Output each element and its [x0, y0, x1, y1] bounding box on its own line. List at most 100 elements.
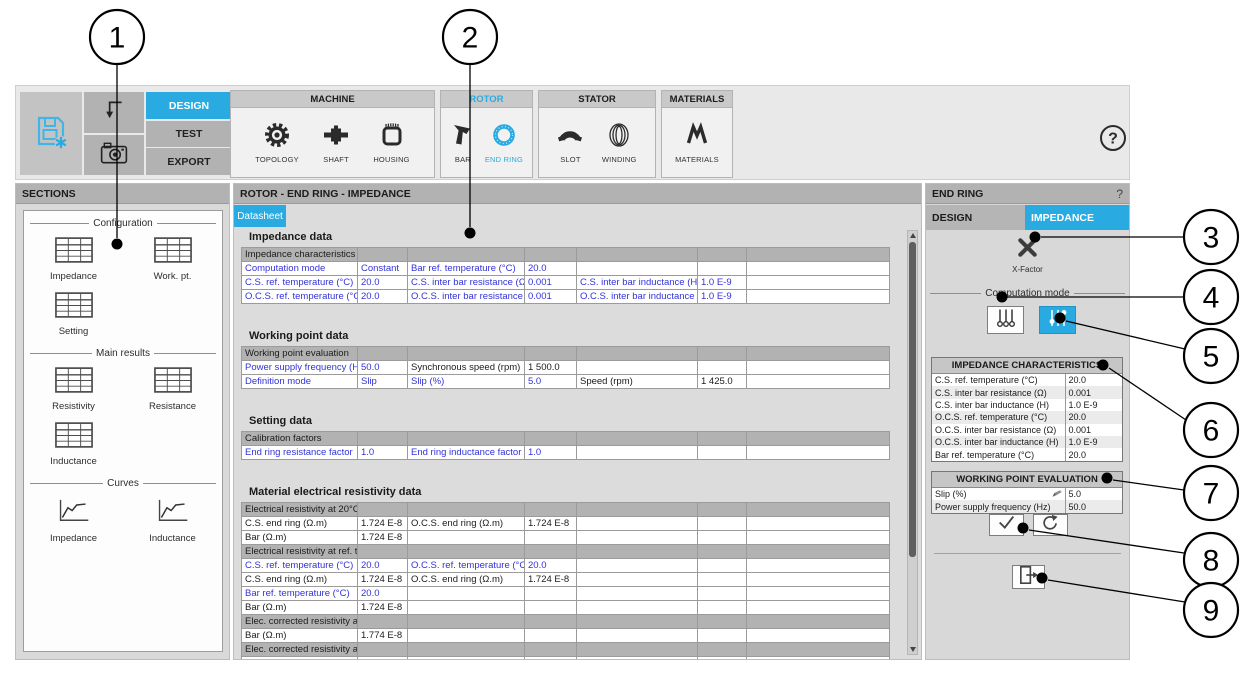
sidebar-item-inductance-curve[interactable]: Inductance [123, 491, 222, 548]
curve-icon [154, 497, 191, 530]
datasheet-table-working-point-data: Working point evaluationPower supply fre… [241, 346, 890, 389]
tab-design-endring[interactable]: DESIGN [926, 205, 1025, 230]
cell-value[interactable]: 5.0 [525, 375, 577, 389]
table-row: C.S. end ring (Ω.m)1.724 E-8O.C.S. end r… [242, 573, 890, 587]
cell-label [747, 290, 890, 304]
toolbar-item-label: SHAFT [323, 155, 349, 164]
cell-value[interactable]: Slip [358, 375, 408, 389]
computation-mode-variable-button[interactable] [1039, 306, 1076, 334]
sections-panel-title: SECTIONS [16, 184, 229, 204]
datasheet-panel-title: ROTOR - END RING - IMPEDANCE [234, 184, 921, 204]
scrollbar-down-arrow[interactable] [908, 645, 917, 654]
cell-value: 1.774 E-8 [358, 629, 408, 643]
tab-design[interactable]: DESIGN [146, 92, 232, 119]
cell-value[interactable]: 0.001 [525, 276, 577, 290]
toolbar-item-materials[interactable]: MATERIALS [675, 122, 719, 164]
cell-label: Power supply frequency (Hz) [242, 361, 358, 375]
sidebar-item-resistance[interactable]: Resistance [123, 361, 222, 416]
computation-mode-constant-button[interactable] [987, 306, 1024, 334]
tab-impedance-endring[interactable]: IMPEDANCE [1025, 205, 1129, 230]
cell-label: O.C.S. inter bar resistance (Ω) [932, 424, 1065, 436]
cell-value[interactable]: 20.0 [358, 290, 408, 304]
export-icon [1018, 565, 1040, 590]
cell-value [698, 361, 747, 375]
cell-value[interactable]: 20.0 [525, 559, 577, 573]
cell-value[interactable]: 20.0 [358, 276, 408, 290]
toolbar-item-label: SLOT [560, 155, 580, 164]
cell-label: C.S. ref. temperature (°C) [242, 276, 358, 290]
cell-label: Bar ref. temperature (°C) [242, 587, 358, 601]
cell-value[interactable]: 20.0 [358, 657, 408, 660]
impedance-characteristics-box: IMPEDANCE CHARACTERISTICS C.S. ref. temp… [931, 357, 1123, 462]
cell-value [698, 629, 747, 643]
cell-value[interactable]: 1.0 E-9 [698, 276, 747, 290]
toolbar-item-shaft[interactable]: SHAFT [323, 122, 349, 164]
vertical-scrollbar[interactable] [907, 230, 918, 655]
cell-value[interactable]: 1.0 [525, 446, 577, 460]
sidebar-item-inductance[interactable]: Inductance [24, 416, 123, 471]
tab-datasheet[interactable]: Datasheet [234, 205, 286, 227]
cell-value[interactable]: 0.001 [525, 290, 577, 304]
x-factor-label: X-Factor [1012, 265, 1043, 274]
tab-export[interactable]: EXPORT [146, 148, 232, 175]
toolbar-item-winding[interactable]: WINDING [602, 122, 637, 164]
toolbar-item-slot[interactable]: SLOT [557, 122, 583, 164]
callout-number: 6 [1203, 415, 1220, 448]
sidebar-item-impedance-curve[interactable]: Impedance [24, 491, 123, 548]
datasheet-content: Impedance dataImpedance characteristicsC… [234, 228, 905, 659]
cell-value[interactable]: 20.0 [525, 262, 577, 276]
computation-mode-separator: Computation mode [930, 288, 1125, 299]
cell-value[interactable]: 20.0 [358, 587, 408, 601]
cell-label [747, 262, 890, 276]
cell-label [577, 601, 698, 615]
callout-number: 7 [1203, 478, 1220, 511]
cell-label: C.S. end ring (Ω.m) [242, 517, 358, 531]
sidebar-item-label: Impedance [50, 271, 97, 282]
table-row: Bar (Ω.m)1.774 E-8 [242, 629, 890, 643]
cell-value[interactable]: 50.0 [358, 361, 408, 375]
datasheet-table-impedance-data: Impedance characteristicsComputation mod… [241, 247, 890, 304]
sidebar-item-resistivity[interactable]: Resistivity [24, 361, 123, 416]
scrollbar-up-arrow[interactable] [908, 231, 917, 240]
curve-icon [55, 497, 92, 530]
pencil-icon [1051, 489, 1063, 500]
toolbar-group-rotor: ROTORBAREND RING [440, 90, 533, 178]
cell-value[interactable]: Constant [358, 262, 408, 276]
cell-value[interactable]: 1.0 E-9 [698, 290, 747, 304]
help-button[interactable]: ? [1099, 124, 1127, 152]
cell-label: O.C.S. ref. temperature (°C) [242, 290, 358, 304]
cell-label: O.C.S. ref. temperature (°C) [932, 411, 1065, 423]
restore-button[interactable] [1033, 514, 1068, 536]
toolbar-item-end-ring[interactable]: END RING [485, 122, 523, 164]
cell-label: End ring inductance factor [408, 446, 525, 460]
cell-value [698, 262, 747, 276]
toolbar-item-topology[interactable]: TOPOLOGY [255, 122, 299, 164]
cell-value: 1.724 E-8 [358, 601, 408, 615]
sidebar-item-setting[interactable]: Setting [24, 286, 123, 341]
table-row: End ring resistance factor1.0End ring in… [242, 446, 890, 460]
sidebar-item-work-pt[interactable]: Work. pt. [123, 231, 222, 286]
cell-label: Slip (%) [932, 488, 1065, 500]
toolbar-item-bar[interactable]: BAR [450, 122, 476, 164]
toolbar-item-housing[interactable]: HOUSING [373, 122, 409, 164]
panel-help-icon[interactable]: ? [1116, 187, 1123, 201]
tab-test[interactable]: TEST [146, 121, 232, 147]
snapshot-button[interactable] [84, 135, 144, 175]
restore-icon [1041, 514, 1060, 536]
x-factor-tool[interactable]: X-Factor [926, 236, 1129, 274]
save-button[interactable] [20, 92, 82, 175]
cell-value[interactable]: 20.0 [358, 559, 408, 573]
cell-value[interactable]: 50.0 [1065, 500, 1122, 512]
validate-button[interactable] [989, 514, 1024, 536]
import-arrow-button[interactable] [84, 92, 144, 133]
housing-icon [379, 122, 405, 153]
scrollbar-thumb[interactable] [909, 242, 916, 557]
sidebar-item-impedance[interactable]: Impedance [24, 231, 123, 286]
cell-label [577, 587, 698, 601]
cell-value[interactable]: 1.0 [358, 446, 408, 460]
slot-icon [557, 122, 583, 153]
cell-value [525, 587, 577, 601]
cell-value[interactable]: 5.0 [1065, 488, 1122, 500]
export-button[interactable] [1012, 565, 1045, 589]
table-row: O.C.S. inter bar resistance (Ω)0.001 [932, 424, 1122, 436]
